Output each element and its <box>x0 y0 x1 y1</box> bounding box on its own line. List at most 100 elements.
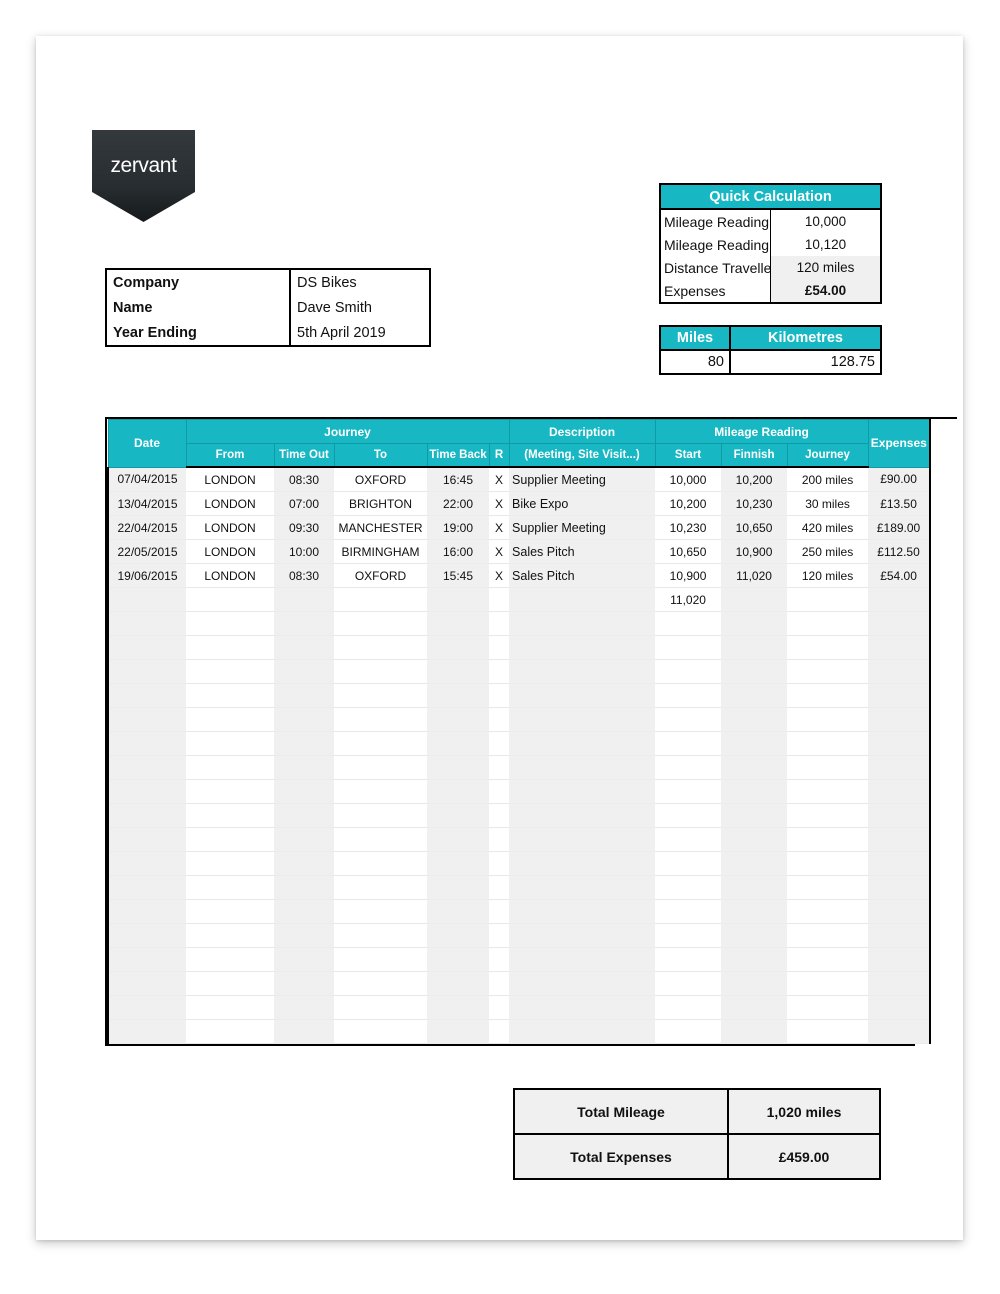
cell-start[interactable] <box>655 707 722 732</box>
cell-r[interactable]: X <box>489 515 510 540</box>
cell-finnish[interactable] <box>721 659 788 684</box>
cell-date[interactable] <box>107 947 186 972</box>
cell-time-back[interactable] <box>427 1019 489 1044</box>
cell-to[interactable] <box>334 1019 427 1044</box>
cell-to[interactable] <box>334 755 427 780</box>
cell-time-back[interactable] <box>427 923 489 948</box>
cell-time-out[interactable] <box>274 923 334 948</box>
cell-time-back[interactable] <box>427 971 489 996</box>
cell-to[interactable] <box>334 611 427 636</box>
info-value-name[interactable]: Dave Smith <box>290 295 429 320</box>
cell-journey[interactable] <box>787 707 869 732</box>
cell-r[interactable] <box>489 755 510 780</box>
cell-expenses[interactable] <box>868 683 932 708</box>
cell-date[interactable] <box>107 851 186 876</box>
cell-finnish[interactable] <box>721 683 788 708</box>
cell-date[interactable] <box>107 611 186 636</box>
cell-time-out[interactable] <box>274 1019 334 1044</box>
cell-journey[interactable]: 420 miles <box>787 515 869 540</box>
cell-finnish[interactable] <box>721 707 788 732</box>
cell-r[interactable] <box>489 947 510 972</box>
cell-r[interactable] <box>489 995 510 1020</box>
cell-description[interactable] <box>509 707 656 732</box>
cell-time-out[interactable]: 07:00 <box>274 491 334 516</box>
cell-time-out[interactable] <box>274 827 334 852</box>
cell-journey[interactable] <box>787 899 869 924</box>
cell-start[interactable]: 10,230 <box>655 515 722 540</box>
cell-expenses[interactable] <box>868 995 932 1020</box>
cell-date[interactable]: 07/04/2015 <box>107 467 186 492</box>
cell-from[interactable] <box>186 923 274 948</box>
cell-start[interactable]: 10,650 <box>655 539 722 564</box>
cell-time-out[interactable] <box>274 995 334 1020</box>
cell-time-back[interactable] <box>427 947 489 972</box>
cell-finnish[interactable] <box>721 899 788 924</box>
cell-time-out[interactable] <box>274 755 334 780</box>
cell-time-back[interactable]: 16:45 <box>427 467 489 492</box>
cell-time-out[interactable]: 09:30 <box>274 515 334 540</box>
cell-time-back[interactable] <box>427 755 489 780</box>
info-value-company[interactable]: DS Bikes <box>290 270 429 295</box>
cell-finnish[interactable]: 10,900 <box>721 539 788 564</box>
cell-date[interactable] <box>107 899 186 924</box>
cell-date[interactable]: 22/04/2015 <box>107 515 186 540</box>
cell-time-out[interactable] <box>274 947 334 972</box>
cell-finnish[interactable] <box>721 611 788 636</box>
cell-to[interactable] <box>334 779 427 804</box>
cell-from[interactable]: LONDON <box>186 467 274 492</box>
cell-journey[interactable]: 30 miles <box>787 491 869 516</box>
cell-finnish[interactable] <box>721 635 788 660</box>
cell-journey[interactable] <box>787 587 869 612</box>
cell-time-out[interactable] <box>274 971 334 996</box>
cell-start[interactable] <box>655 731 722 756</box>
cell-journey[interactable] <box>787 635 869 660</box>
cell-expenses[interactable] <box>868 587 932 612</box>
cell-description[interactable] <box>509 659 656 684</box>
cell-to[interactable] <box>334 851 427 876</box>
cell-expenses[interactable] <box>868 971 932 996</box>
cell-from[interactable] <box>186 707 274 732</box>
cell-to[interactable] <box>334 995 427 1020</box>
cell-start[interactable] <box>655 755 722 780</box>
cell-expenses[interactable] <box>868 731 932 756</box>
cell-expenses[interactable] <box>868 803 932 828</box>
cell-time-back[interactable] <box>427 587 489 612</box>
cell-expenses[interactable] <box>868 755 932 780</box>
cell-to[interactable]: MANCHESTER <box>334 515 427 540</box>
cell-time-back[interactable]: 22:00 <box>427 491 489 516</box>
cell-start[interactable] <box>655 635 722 660</box>
cell-to[interactable] <box>334 827 427 852</box>
cell-finnish[interactable] <box>721 923 788 948</box>
cell-start[interactable] <box>655 923 722 948</box>
cell-journey[interactable] <box>787 611 869 636</box>
cell-finnish[interactable] <box>721 803 788 828</box>
cell-date[interactable] <box>107 635 186 660</box>
cell-expenses[interactable] <box>868 923 932 948</box>
cell-journey[interactable] <box>787 827 869 852</box>
cell-time-out[interactable] <box>274 803 334 828</box>
cell-time-back[interactable] <box>427 707 489 732</box>
cell-expenses[interactable] <box>868 779 932 804</box>
cell-start[interactable] <box>655 659 722 684</box>
cell-time-out[interactable]: 10:00 <box>274 539 334 564</box>
cell-from[interactable] <box>186 995 274 1020</box>
cell-from[interactable] <box>186 659 274 684</box>
cell-r[interactable] <box>489 899 510 924</box>
cell-from[interactable]: LONDON <box>186 491 274 516</box>
cell-finnish[interactable] <box>721 851 788 876</box>
cell-start[interactable]: 10,900 <box>655 563 722 588</box>
cell-journey[interactable] <box>787 779 869 804</box>
cell-to[interactable] <box>334 899 427 924</box>
cell-expenses[interactable]: £112.50 <box>868 539 932 564</box>
cell-start[interactable] <box>655 875 722 900</box>
cell-r[interactable] <box>489 659 510 684</box>
cell-from[interactable] <box>186 971 274 996</box>
cell-r[interactable]: X <box>489 563 510 588</box>
cell-finnish[interactable] <box>721 731 788 756</box>
cell-date[interactable] <box>107 779 186 804</box>
cell-to[interactable] <box>334 803 427 828</box>
cell-time-back[interactable]: 15:45 <box>427 563 489 588</box>
cell-time-out[interactable] <box>274 899 334 924</box>
cell-date[interactable]: 22/05/2015 <box>107 539 186 564</box>
cell-from[interactable] <box>186 827 274 852</box>
